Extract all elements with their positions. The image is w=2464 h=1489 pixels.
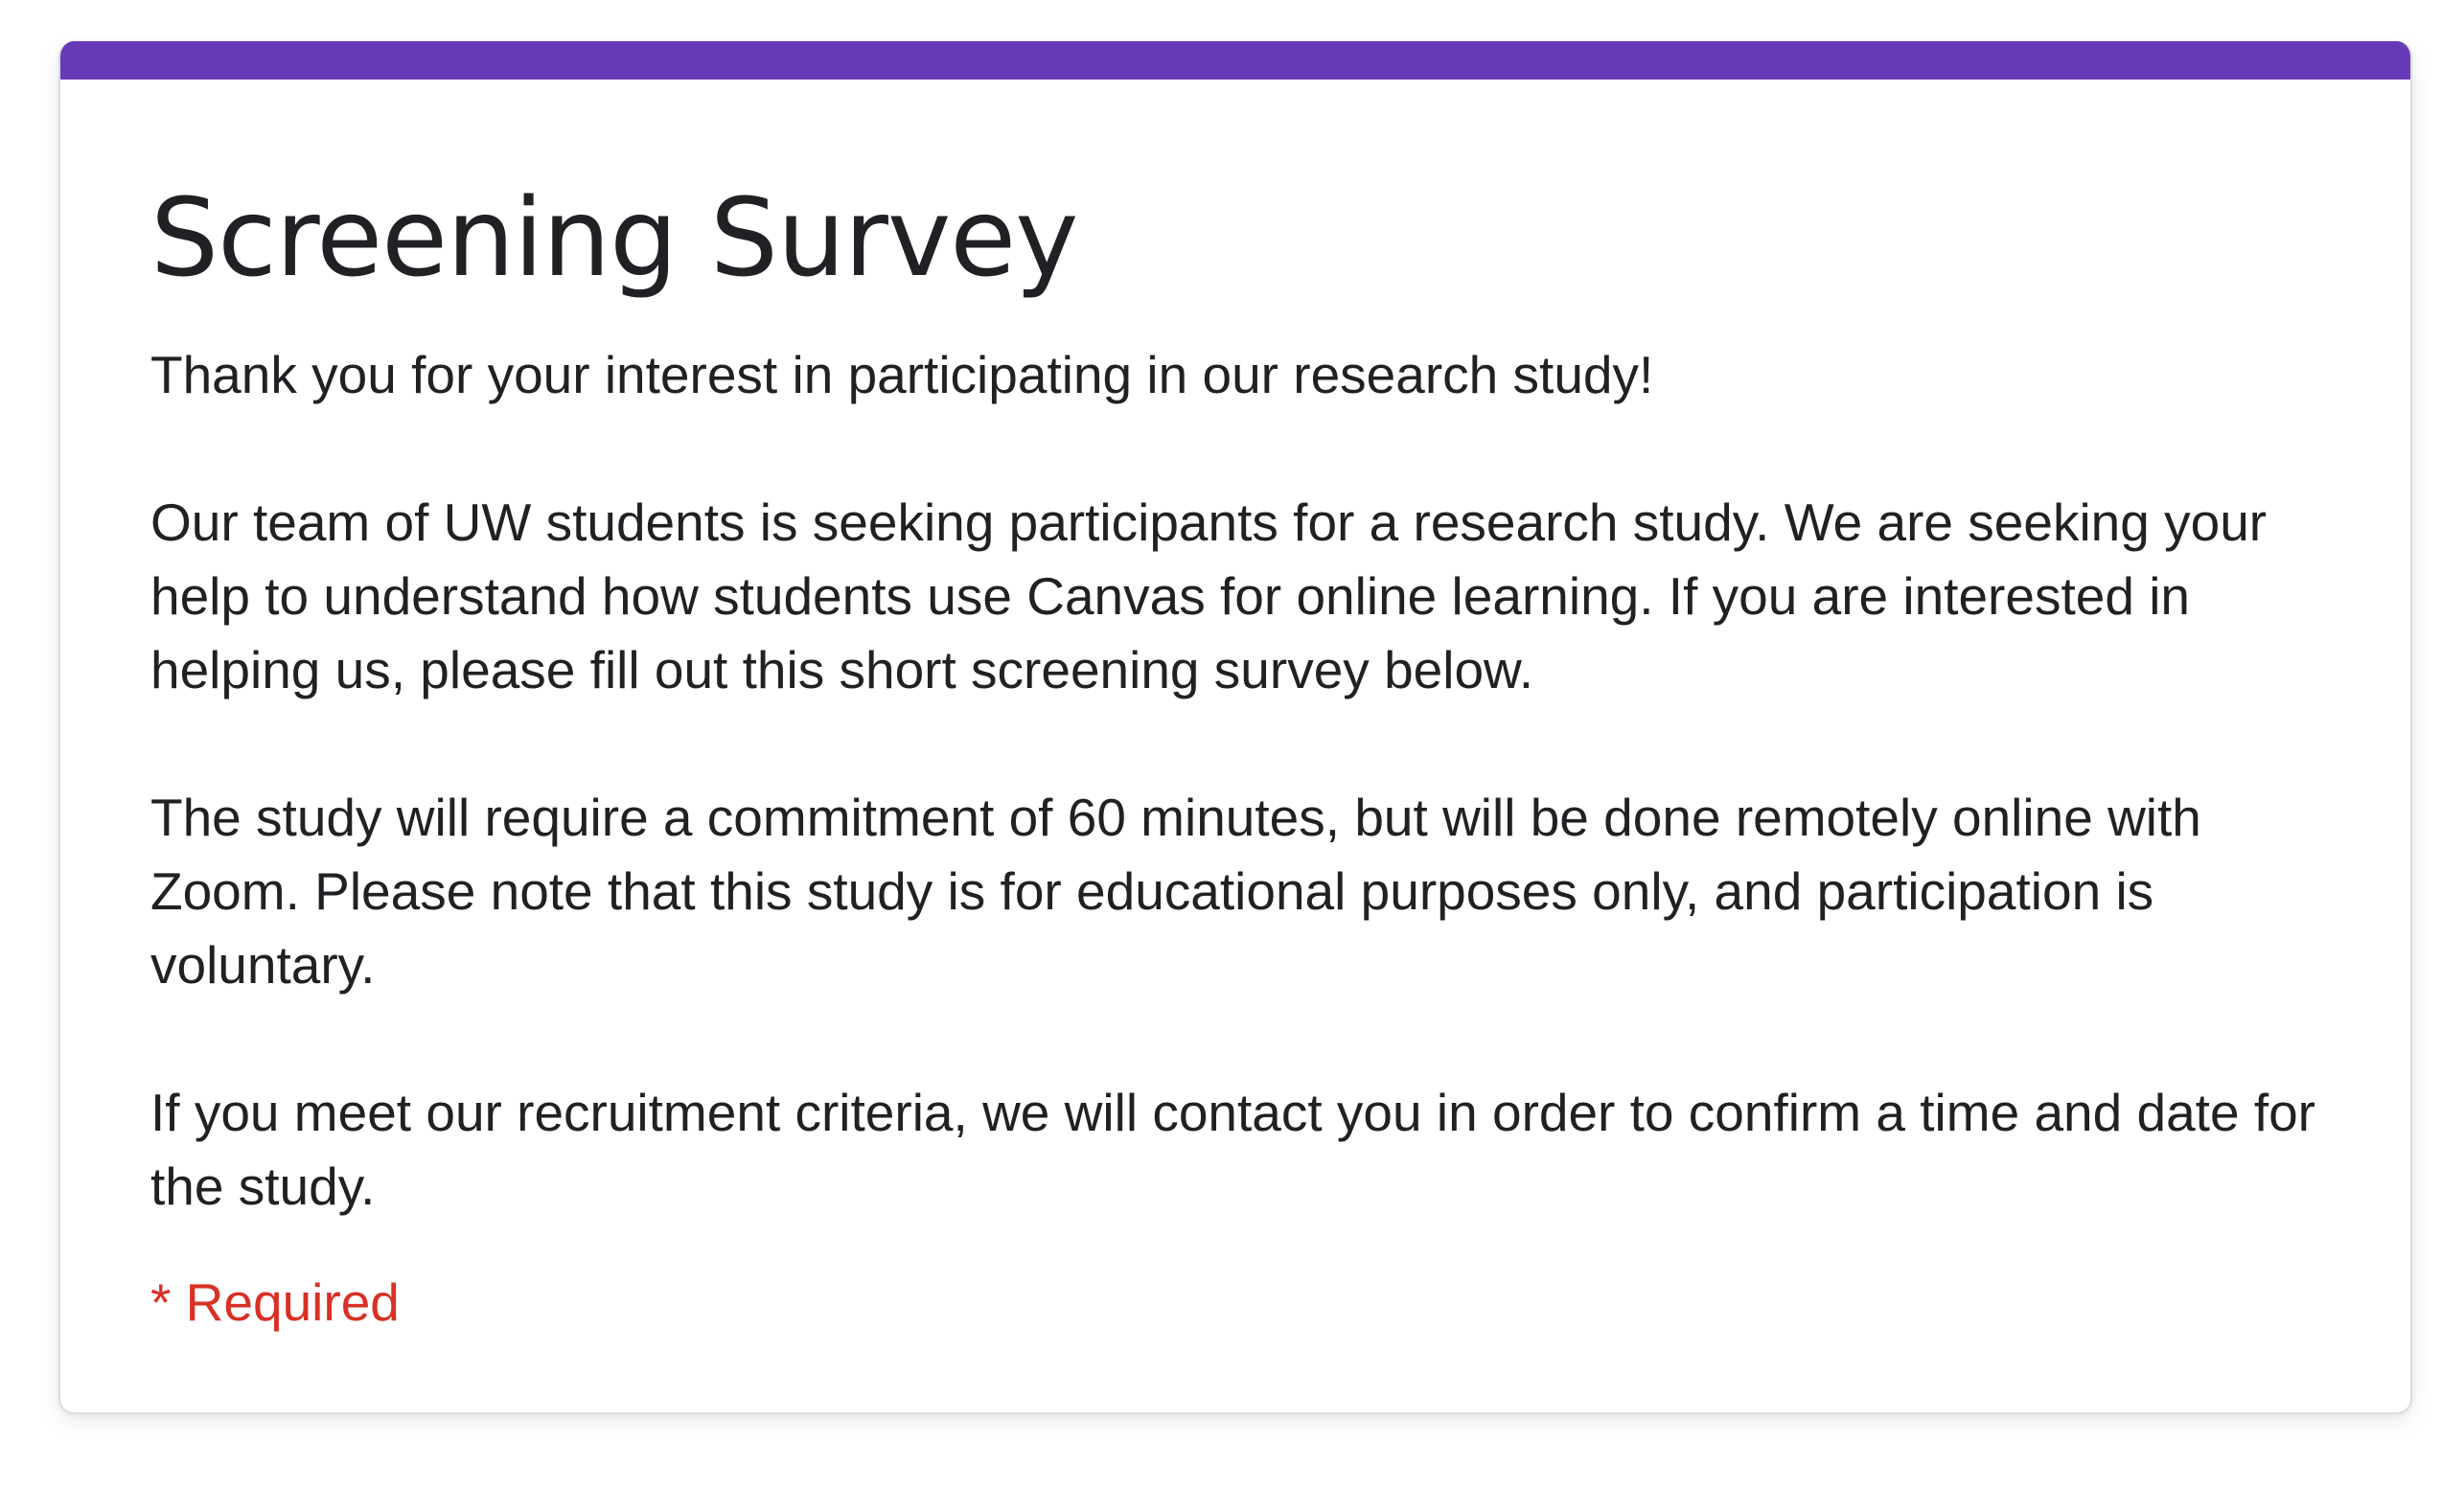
description-paragraph-purpose: Our team of UW students is seeking parti… [150,493,2268,699]
required-note: * Required [150,1272,400,1332]
description-paragraph-commitment: The study will require a commitment of 6… [150,788,2201,995]
form-header-content: Screening Survey Thank you for your inte… [150,80,2353,1340]
accent-bar [60,41,2410,80]
form-title: Screening Survey [150,176,1078,301]
form-header-card: Screening Survey Thank you for your inte… [58,41,2412,1414]
description-paragraph-intro: Thank you for your interest in participa… [150,345,1654,404]
description-paragraph-contact: If you meet our recruitment criteria, we… [150,1083,2316,1216]
form-description: Thank you for your interest in participa… [150,338,2353,1224]
